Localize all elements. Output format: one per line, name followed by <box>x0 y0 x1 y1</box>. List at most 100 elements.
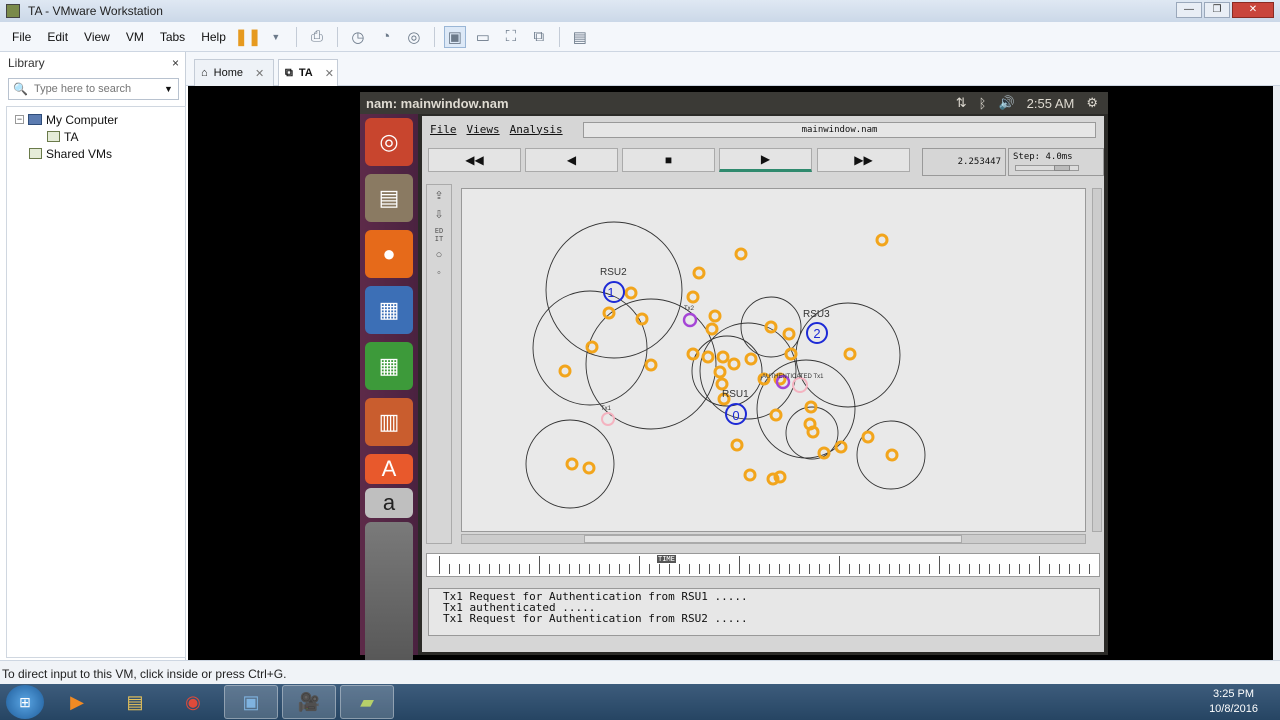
guest-clock[interactable]: 2:55 AM <box>1027 96 1075 111</box>
menu-vm[interactable]: VM <box>118 30 152 44</box>
impress-icon[interactable]: ▥ <box>365 398 413 446</box>
stop-button[interactable]: ■ <box>622 148 715 172</box>
fast-forward-button[interactable]: ▶▶ <box>817 148 910 172</box>
canvas-vertical-scrollbar[interactable] <box>1092 188 1102 532</box>
show-library-icon[interactable]: ▣ <box>443 25 466 48</box>
vehicle-node <box>635 312 649 326</box>
console-scrollbar[interactable] <box>1273 86 1280 660</box>
bluetooth-icon[interactable]: ᛒ <box>979 96 987 111</box>
tree-my-computer[interactable]: − My Computer <box>7 111 185 128</box>
shared-vms-icon <box>29 148 42 159</box>
tree-label-ta: TA <box>64 129 79 144</box>
revert-snapshot-icon[interactable]: ◔ <box>375 26 397 48</box>
link-tool-icon[interactable]: ◦ <box>437 267 441 279</box>
timeline-tick <box>689 564 690 574</box>
tab-home[interactable]: ⌂ Home ✕ <box>194 59 274 86</box>
library-search[interactable]: 🔍 ▼ <box>8 78 179 100</box>
vehicle-node <box>885 448 899 462</box>
annotation-log: Tx1 Request for Authentication from RSU1… <box>428 588 1100 636</box>
timeline-tick <box>499 564 500 574</box>
node-tool-icon[interactable]: ○ <box>436 249 443 261</box>
canvas-horizontal-scrollbar[interactable] <box>461 534 1086 544</box>
start-button-icon[interactable]: ⊞ <box>6 685 44 719</box>
timeline-tick <box>759 564 760 574</box>
writer-icon[interactable]: ▦ <box>365 286 413 334</box>
amazon-icon[interactable]: a <box>365 488 413 518</box>
tx2-label: Tx2 <box>684 306 695 312</box>
step-back-button[interactable]: ◀ <box>525 148 618 172</box>
nam-canvas[interactable]: 1 2 0 RSU2 RSU3 RSU1 Tx1 Tx2 AUTHENTICAT… <box>461 188 1086 532</box>
timeline-tick <box>1089 564 1090 574</box>
camtasia-icon[interactable]: 🎥 <box>282 685 336 719</box>
chrome-icon[interactable]: ◉ <box>166 685 220 719</box>
thumbnail-bar-icon[interactable]: ▭ <box>472 26 494 48</box>
snapshot-icon[interactable]: ◷ <box>347 26 369 48</box>
unity-icon[interactable]: ⧉ <box>528 26 550 48</box>
timeline-tick <box>589 564 590 574</box>
calc-icon[interactable]: ▦ <box>365 342 413 390</box>
search-dropdown-icon[interactable]: ▼ <box>164 84 173 94</box>
timeline-tick <box>609 564 610 574</box>
vehicle-node <box>784 347 798 361</box>
vehicle-node <box>692 266 706 280</box>
console-view-icon[interactable]: ▤ <box>569 26 591 48</box>
library-close-button[interactable]: × <box>172 56 179 70</box>
snapshot-manager-icon[interactable]: ◎ <box>403 26 425 48</box>
explorer-icon[interactable]: ▤ <box>108 685 162 719</box>
settings-gear-icon[interactable]: ⚙ <box>1086 95 1098 111</box>
rewind-button[interactable]: ◀◀ <box>428 148 521 172</box>
firefox-icon[interactable]: ● <box>365 230 413 278</box>
vmware-taskbar-icon[interactable]: ▣ <box>224 685 278 719</box>
send-ctrl-alt-del-icon[interactable]: ⎙ <box>306 26 328 48</box>
tree-vm-ta[interactable]: TA <box>7 128 185 145</box>
time-slider[interactable]: TIME <box>426 553 1100 577</box>
timeline-tick <box>1059 564 1060 574</box>
tab-home-close-icon[interactable]: ✕ <box>255 67 264 80</box>
launcher-stack-icon[interactable] <box>365 522 413 672</box>
vehicle-node <box>565 457 579 471</box>
zoom-in-icon[interactable]: ⇪ <box>434 189 443 202</box>
tab-ta[interactable]: ⧉ TA ✕ <box>278 59 338 86</box>
menu-file[interactable]: File <box>4 30 39 44</box>
timeline-tick <box>509 564 510 574</box>
nam-menu-views[interactable]: Views <box>467 123 500 136</box>
play-button[interactable]: ▶ <box>719 148 812 172</box>
menu-tabs[interactable]: Tabs <box>152 30 193 44</box>
zoom-out-icon[interactable]: ⇩ <box>434 208 443 221</box>
ubuntu-dash-icon[interactable]: ◎ <box>365 118 413 166</box>
edit-button[interactable]: ED IT <box>435 227 443 243</box>
step-slider[interactable] <box>1015 165 1079 171</box>
files-icon[interactable]: ▤ <box>365 174 413 222</box>
timeline-tick <box>909 564 910 574</box>
timeline-tick <box>809 564 810 574</box>
nam-menu-analysis[interactable]: Analysis <box>510 123 563 136</box>
timeline-tick <box>649 564 650 574</box>
collapse-icon[interactable]: − <box>15 115 24 124</box>
pause-vm-icon[interactable]: ❚❚ <box>234 26 261 48</box>
timeline-tick <box>889 564 890 574</box>
media-player-icon[interactable]: ▶ <box>50 685 104 719</box>
timeline-tick <box>989 564 990 574</box>
notes-icon[interactable]: ▰ <box>340 685 394 719</box>
volume-icon[interactable]: 🔊 <box>998 95 1014 111</box>
guest-desktop[interactable]: nam: mainwindow.nam ⇅ ᛒ 🔊 2:55 AM ⚙ ◎ ▤ … <box>360 92 1108 672</box>
tree-shared-vms[interactable]: Shared VMs <box>7 145 185 162</box>
time-marker[interactable]: TIME <box>657 555 676 563</box>
software-center-icon[interactable]: A <box>365 454 413 484</box>
vehicle-node <box>843 347 857 361</box>
full-screen-icon[interactable]: ⛶ <box>500 26 522 48</box>
tab-ta-close-icon[interactable]: ✕ <box>325 67 334 80</box>
pause-dropdown-icon[interactable]: ▼ <box>265 26 287 48</box>
library-search-input[interactable] <box>33 83 158 95</box>
network-icon[interactable]: ⇅ <box>956 95 967 111</box>
nam-menu-file[interactable]: File <box>430 123 457 136</box>
timeline-tick <box>849 564 850 574</box>
menu-view[interactable]: View <box>76 30 118 44</box>
menu-help[interactable]: Help <box>193 30 234 44</box>
step-control: Step: 4.0ms <box>1008 148 1104 176</box>
system-clock[interactable]: 3:25 PM 10/8/2016 <box>1209 687 1258 717</box>
minimize-button[interactable]: — <box>1176 2 1202 18</box>
maximize-button[interactable]: ❐ <box>1204 2 1230 18</box>
menu-edit[interactable]: Edit <box>39 30 76 44</box>
close-window-button[interactable]: ✕ <box>1232 2 1274 18</box>
